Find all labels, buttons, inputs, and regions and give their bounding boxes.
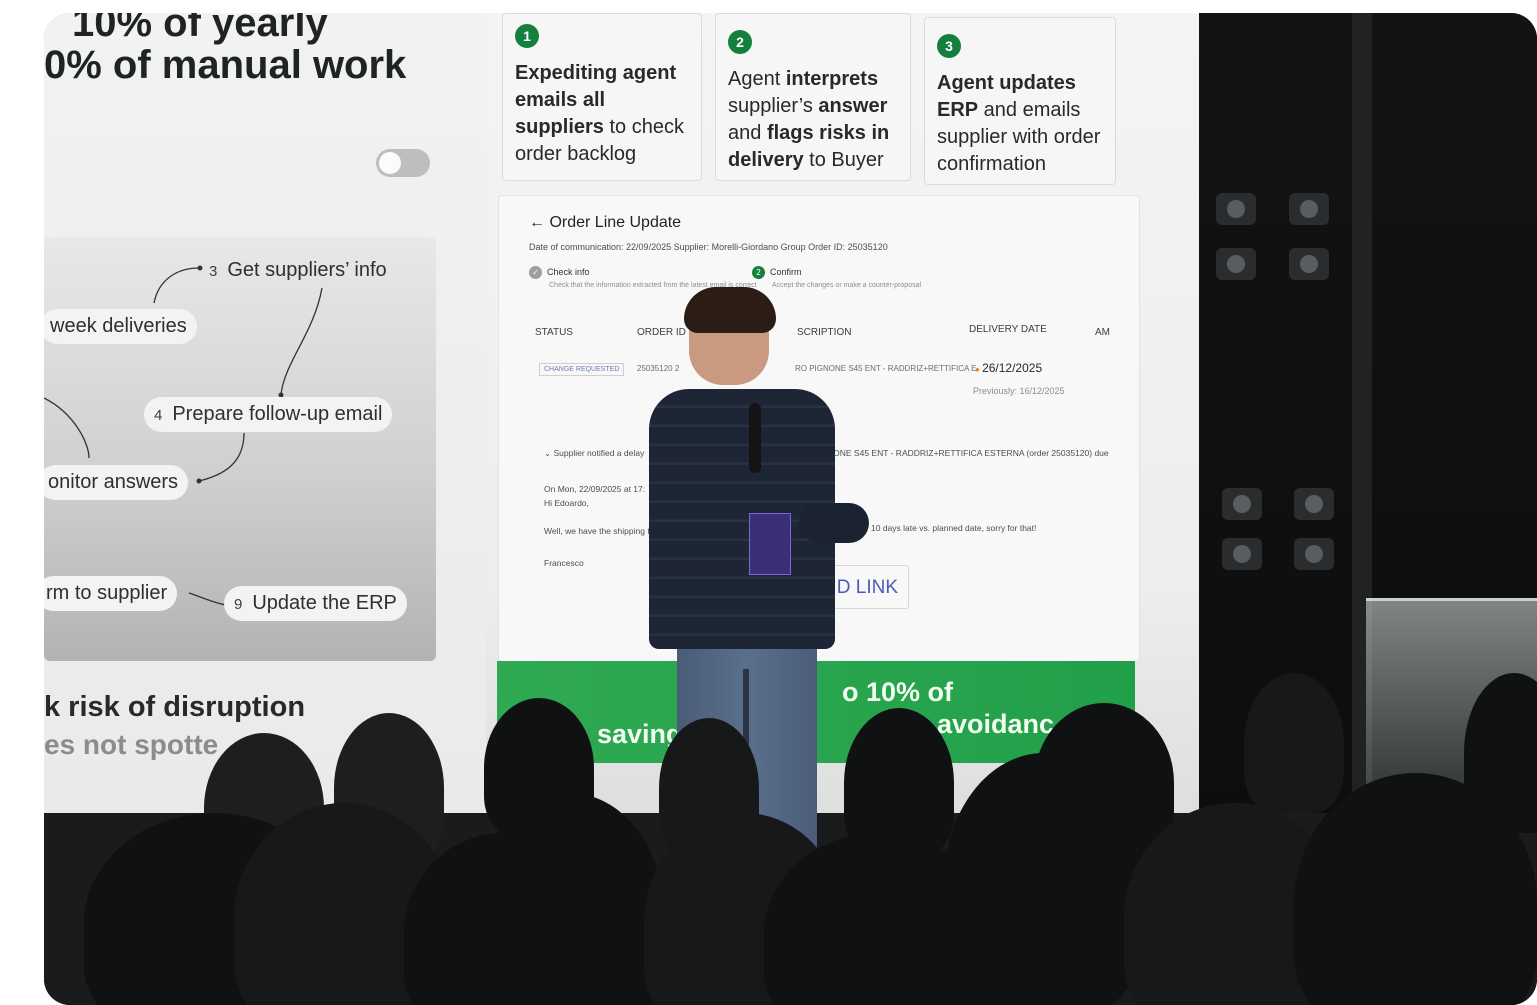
audience-person xyxy=(944,753,1144,1005)
event-photo: 10% of yearly 0% of manual work 3 Get sup… xyxy=(44,13,1537,1005)
audience xyxy=(44,13,1537,1005)
audience-head xyxy=(1244,673,1344,813)
